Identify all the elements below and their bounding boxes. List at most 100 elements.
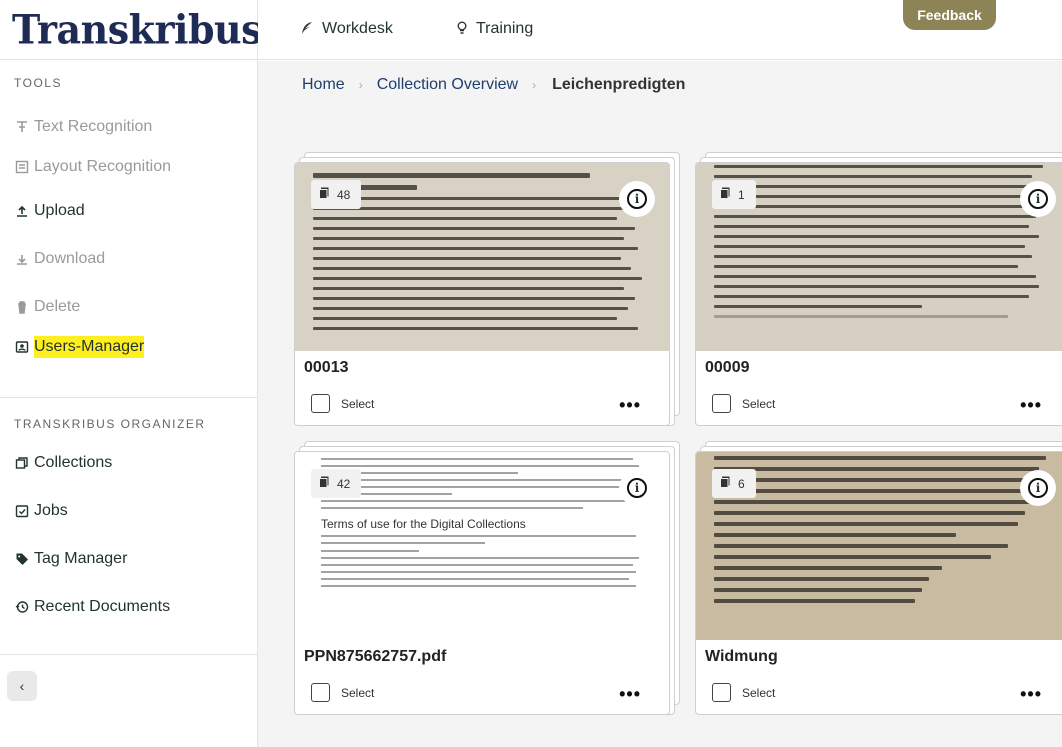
page-count-badge: 1 (712, 180, 756, 209)
select-label: Select (341, 396, 375, 411)
document-card[interactable]: 1 i 00009 Select ••• (695, 152, 1062, 437)
more-options-button[interactable]: ••• (619, 684, 641, 705)
sidebar-item-upload[interactable]: Upload (0, 187, 257, 235)
scan-text-lines (714, 165, 1060, 325)
select-label: Select (341, 685, 375, 700)
info-button[interactable]: i (619, 181, 655, 217)
sidebar-item-label: Users-Manager (34, 336, 145, 358)
tools-section-title: TOOLS (14, 76, 62, 90)
breadcrumb-home[interactable]: Home (302, 76, 345, 94)
checkbox[interactable] (712, 683, 731, 702)
page-count: 1 (738, 187, 745, 202)
page-count-badge: 48 (311, 180, 362, 209)
breadcrumb-separator-icon: › (532, 78, 537, 92)
text-recognition-icon (10, 120, 34, 134)
sidebar-item-tag-manager[interactable]: Tag Manager (0, 535, 257, 583)
select-checkbox[interactable]: Select (311, 394, 374, 413)
download-icon (10, 252, 34, 266)
chevron-left-icon: ‹ (19, 678, 25, 694)
sidebar-item-label: Upload (34, 202, 85, 219)
nav-label: Training (476, 20, 534, 37)
breadcrumb: Home › Collection Overview › Leichenpred… (302, 76, 685, 94)
select-checkbox[interactable]: Select (311, 683, 374, 702)
tag-icon (10, 552, 34, 566)
pages-icon (319, 187, 329, 202)
card-body: 1 i 00009 Select ••• (695, 162, 1062, 426)
sidebar-divider (0, 654, 257, 655)
sidebar-item-label: Text Recognition (34, 118, 153, 135)
page-count-badge: 6 (712, 469, 756, 498)
select-checkbox[interactable]: Select (712, 394, 775, 413)
sidebar: Transkribus ® TOOLS Text Recognition Lay… (0, 0, 271, 747)
pdf-text-lines: Terms of use for the Digital Collections (321, 452, 649, 592)
history-icon (10, 600, 34, 614)
page-count: 42 (337, 476, 351, 491)
delete-icon (10, 300, 34, 314)
page-count: 6 (738, 476, 745, 491)
info-icon: i (1028, 189, 1048, 209)
breadcrumb-collection-overview[interactable]: Collection Overview (377, 76, 518, 94)
nav-label: Workdesk (322, 20, 393, 37)
topbar: Workdesk Training Feedback (258, 0, 1062, 60)
sidebar-item-label: Tag Manager (34, 550, 128, 567)
feather-icon (300, 21, 314, 38)
pdf-heading: Terms of use for the Digital Collections (321, 517, 526, 531)
document-card[interactable]: Terms of use for the Digital Collections… (294, 441, 680, 726)
sidebar-item-jobs[interactable]: Jobs (0, 487, 257, 535)
collapse-sidebar-button[interactable]: ‹ (7, 671, 37, 701)
nav-training[interactable]: Training (456, 20, 533, 38)
collections-icon (10, 456, 34, 470)
pages-icon (720, 187, 730, 202)
card-body: 48 i 00013 Select ••• (294, 162, 670, 426)
organizer-section-title: TRANSKRIBUS ORGANIZER (14, 417, 206, 431)
info-button[interactable]: i (1020, 470, 1056, 506)
users-manager-icon (10, 340, 34, 354)
upload-icon (10, 204, 34, 218)
sidebar-item-text-recognition[interactable]: Text Recognition (0, 107, 257, 147)
sidebar-item-recent-documents[interactable]: Recent Documents (0, 583, 257, 631)
nav-workdesk[interactable]: Workdesk (300, 20, 393, 38)
sidebar-item-layout-recognition[interactable]: Layout Recognition (0, 147, 257, 187)
select-label: Select (742, 685, 776, 700)
sidebar-item-label: Layout Recognition (34, 158, 171, 175)
sidebar-item-label: Download (34, 250, 106, 267)
info-icon: i (627, 189, 647, 209)
more-options-button[interactable]: ••• (1020, 395, 1042, 416)
feedback-button[interactable]: Feedback (903, 0, 996, 30)
page-count: 48 (337, 187, 351, 202)
sidebar-item-users-manager[interactable]: Users-Manager (0, 331, 257, 363)
layout-recognition-icon (10, 160, 34, 174)
sidebar-item-label: Recent Documents (34, 598, 171, 615)
info-button[interactable]: i (619, 470, 655, 506)
more-options-button[interactable]: ••• (619, 395, 641, 416)
sidebar-item-label: Delete (34, 298, 81, 315)
scan-text-lines (313, 173, 659, 337)
scan-text-lines (714, 456, 1060, 610)
select-checkbox[interactable]: Select (712, 683, 775, 702)
select-label: Select (742, 396, 776, 411)
document-card[interactable]: 48 i 00013 Select ••• (294, 152, 680, 437)
info-icon: i (1028, 478, 1048, 498)
checkbox[interactable] (712, 394, 731, 413)
sidebar-item-label: Jobs (34, 502, 68, 519)
breadcrumb-current: Leichenpredigten (552, 76, 686, 93)
document-card[interactable]: 6 i Widmung Select ••• (695, 441, 1062, 726)
document-title[interactable]: Widmung (705, 648, 778, 666)
info-button[interactable]: i (1020, 181, 1056, 217)
document-title[interactable]: 00013 (304, 359, 349, 377)
info-icon: i (627, 478, 647, 498)
breadcrumb-separator-icon: › (358, 78, 363, 92)
jobs-icon (10, 504, 34, 518)
sidebar-item-label: Collections (34, 454, 113, 471)
checkbox[interactable] (311, 394, 330, 413)
sidebar-item-download[interactable]: Download (0, 235, 257, 283)
more-options-button[interactable]: ••• (1020, 684, 1042, 705)
main-content: Home › Collection Overview › Leichenpred… (258, 61, 1062, 747)
document-title[interactable]: PPN875662757.pdf (304, 648, 446, 666)
sidebar-item-collections[interactable]: Collections (0, 439, 257, 487)
document-title[interactable]: 00009 (705, 359, 750, 377)
lightbulb-icon (456, 21, 468, 38)
logo[interactable]: Transkribus ® (0, 0, 271, 60)
checkbox[interactable] (311, 683, 330, 702)
sidebar-item-delete[interactable]: Delete (0, 283, 257, 331)
